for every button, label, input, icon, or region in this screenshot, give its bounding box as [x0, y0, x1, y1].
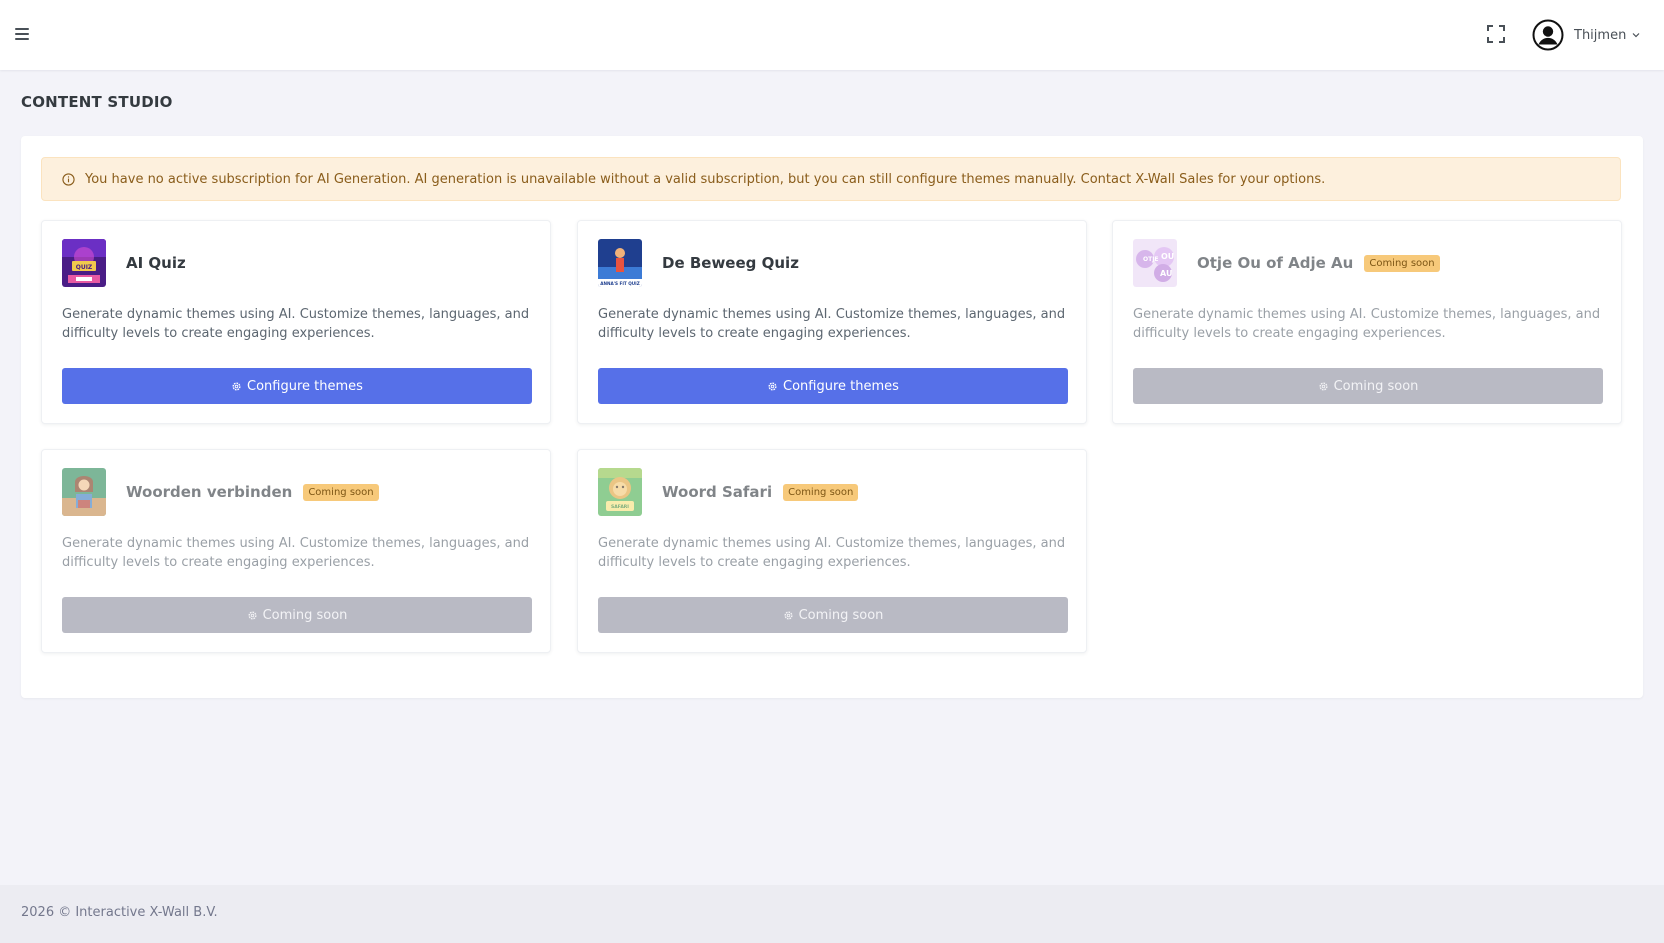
- fullscreen-icon[interactable]: [1484, 22, 1508, 46]
- gear-icon: [1319, 381, 1328, 391]
- gear-icon: [248, 610, 257, 620]
- coming-soon-button[interactable]: Coming soon: [62, 597, 532, 633]
- content-studio-card: You have no active subscription for AI G…: [21, 136, 1643, 698]
- configure-themes-button[interactable]: Configure themes: [598, 368, 1068, 404]
- woorden-verbinden-thumbnail: [62, 468, 106, 516]
- button-label: Configure themes: [247, 378, 363, 394]
- card-description: Generate dynamic themes using AI. Custom…: [62, 307, 530, 341]
- button-label: Coming soon: [1333, 378, 1419, 394]
- app-card-woorden-verbinden: Woorden verbinden Coming soon Generate d…: [41, 449, 551, 653]
- page-title: CONTENT STUDIO: [21, 93, 173, 111]
- app-card-ai-quiz: QUIZ AI Quiz Generate dynamic themes usi…: [41, 220, 551, 424]
- configure-themes-button[interactable]: Configure themes: [62, 368, 532, 404]
- svg-text:AU: AU: [1160, 269, 1172, 278]
- gear-icon: [232, 381, 241, 391]
- coming-soon-button[interactable]: Coming soon: [598, 597, 1068, 633]
- hamburger-icon[interactable]: [15, 26, 31, 40]
- button-label: Coming soon: [798, 607, 884, 623]
- svg-text:OTJE: OTJE: [1143, 256, 1159, 263]
- card-title: Woord Safari: [662, 483, 773, 501]
- button-label: Configure themes: [783, 378, 899, 394]
- top-bar: Thijmen: [0, 0, 1664, 70]
- chevron-down-icon: [1632, 33, 1640, 38]
- card-description: Generate dynamic themes using AI. Custom…: [598, 536, 1066, 570]
- coming-soon-button[interactable]: Coming soon: [1133, 368, 1603, 404]
- card-description: Generate dynamic themes using AI. Custom…: [598, 307, 1066, 341]
- app-card-otje-ou-of-adje-au: OTJE OU AU Otje Ou of Adje Au Coming soo…: [1112, 220, 1622, 424]
- footer: 2026 © Interactive X-Wall B.V.: [0, 885, 1664, 943]
- card-title: De Beweeg Quiz: [662, 254, 799, 272]
- woord-safari-thumbnail: SAFARI: [598, 468, 642, 516]
- card-description: Generate dynamic themes using AI. Custom…: [62, 536, 530, 570]
- otje-ou-thumbnail: OTJE OU AU: [1133, 239, 1177, 287]
- button-label: Coming soon: [262, 607, 348, 623]
- svg-text:SAFARI: SAFARI: [611, 504, 629, 510]
- app-card-de-beweeg-quiz: ANNA'S FIT QUIZ De Beweeg Quiz Generate …: [577, 220, 1087, 424]
- card-title: Otje Ou of Adje Au: [1197, 254, 1354, 272]
- ai-quiz-thumbnail: QUIZ: [62, 239, 106, 287]
- card-title: Woorden verbinden: [126, 483, 293, 501]
- card-description: Generate dynamic themes using AI. Custom…: [1133, 307, 1601, 341]
- gear-icon: [784, 610, 793, 620]
- svg-text:ANNA'S FIT QUIZ: ANNA'S FIT QUIZ: [600, 281, 640, 286]
- coming-soon-badge: Coming soon: [303, 483, 379, 501]
- user-menu[interactable]: Thijmen: [1532, 18, 1640, 52]
- svg-text:OU: OU: [1161, 252, 1174, 261]
- coming-soon-badge: Coming soon: [1364, 254, 1440, 272]
- de-beweeg-quiz-thumbnail: ANNA'S FIT QUIZ: [598, 239, 642, 287]
- info-circle-icon: [62, 172, 75, 186]
- card-title: AI Quiz: [126, 254, 186, 272]
- footer-copyright: 2026 © Interactive X-Wall B.V.: [21, 905, 218, 920]
- svg-text:QUIZ: QUIZ: [76, 264, 93, 271]
- app-card-woord-safari: SAFARI Woord Safari Coming soon Generate…: [577, 449, 1087, 653]
- subscription-alert: You have no active subscription for AI G…: [41, 157, 1621, 201]
- user-name: Thijmen: [1574, 27, 1627, 43]
- coming-soon-badge: Coming soon: [783, 483, 859, 501]
- alert-text: You have no active subscription for AI G…: [85, 171, 1326, 187]
- gear-icon: [768, 381, 777, 391]
- user-circle-icon: [1532, 19, 1564, 51]
